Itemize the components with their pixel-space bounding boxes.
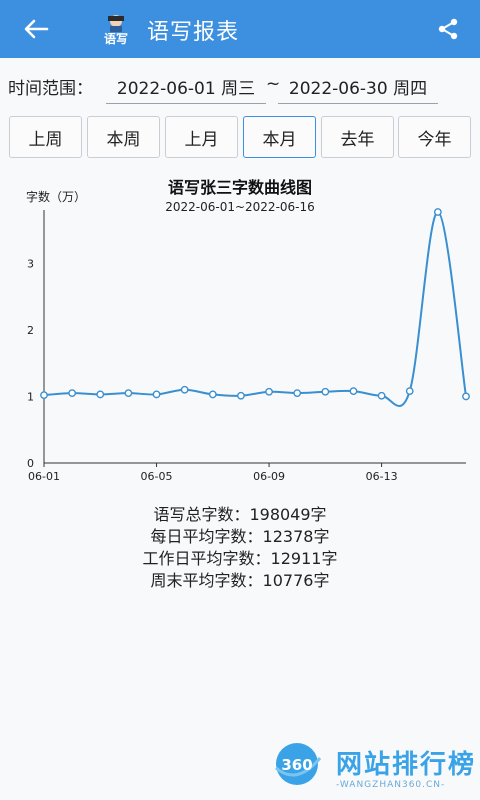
- back-button[interactable]: [18, 12, 54, 46]
- data-point: [293, 389, 302, 397]
- end-date-field[interactable]: 2022-06-30 周四: [278, 70, 438, 104]
- data-point: [377, 391, 386, 400]
- data-point: [237, 391, 245, 400]
- date-range-separator: ~: [266, 74, 281, 94]
- share-icon: [438, 18, 458, 40]
- watermark-badge-text: 360: [281, 756, 312, 774]
- y-tick-label: 3: [27, 257, 34, 270]
- data-point: [265, 387, 273, 396]
- data-point: [96, 390, 105, 399]
- series-line: [43, 210, 467, 407]
- total-words: 语写总字数：198049字: [153, 505, 327, 524]
- x-tick-label: 06-01: [28, 470, 60, 483]
- y-tick-label: 0: [27, 457, 34, 470]
- start-date-field[interactable]: 2022-06-01 周三: [106, 70, 266, 104]
- data-point: [405, 387, 414, 395]
- end-date-value: 2022-06-30 周四: [288, 79, 428, 99]
- logo-text: 语写: [104, 31, 128, 46]
- chart-plot: 0 1 2 3 06-01 06-05 06-09 06-13: [27, 208, 470, 483]
- last-year-button[interactable]: 去年: [321, 116, 394, 158]
- workday-average: 工作日平均字数：12911字: [142, 549, 338, 568]
- weekend-average: 周末平均字数：10776字: [150, 571, 330, 590]
- data-point: [462, 392, 470, 401]
- this-year-button[interactable]: 今年: [398, 116, 471, 158]
- data-point: [208, 390, 217, 399]
- watermark-badge: 360: [275, 743, 322, 785]
- x-tick-label: 06-09: [253, 470, 285, 483]
- data-point: [124, 389, 133, 397]
- data-point: [68, 389, 77, 397]
- share-button[interactable]: [430, 12, 466, 46]
- last-week-button[interactable]: 上周: [9, 116, 82, 158]
- data-point: [349, 387, 358, 395]
- y-tick-label: 2: [27, 324, 34, 337]
- start-date-value: 2022-06-01 周三: [116, 79, 256, 99]
- date-range-label: 时间范围：: [8, 79, 93, 99]
- word-count-chart: 语写张三字数曲线图 2022-06-01~2022-06-16 字数（万） 01…: [0, 170, 480, 490]
- y-tick-label: 1: [27, 390, 34, 403]
- x-tick-label: 06-13: [366, 470, 398, 483]
- data-point: [321, 387, 330, 396]
- arrow-left-icon: [24, 19, 49, 39]
- this-month-button[interactable]: 本月: [243, 116, 316, 158]
- this-week-button[interactable]: 本周: [87, 116, 160, 158]
- watermark-subtext: -WANGZHAN360.CN-: [336, 780, 446, 790]
- data-point: [152, 390, 161, 399]
- data-point: [40, 391, 48, 399]
- app-logo: 语写: [98, 12, 134, 46]
- daily-average: 每日平均字数：12378字: [150, 527, 330, 546]
- page-title: 语写报表: [147, 20, 240, 45]
- watermark: 360 网站排行榜 -WANGZHAN360.CN-: [270, 738, 480, 798]
- app-bar: 语写 语写报表: [0, 0, 480, 58]
- last-month-button[interactable]: 上月: [165, 116, 238, 158]
- stats-summary: 语写总字数：198049字 每日平均字数：12378字 工作日平均字数：1291…: [0, 504, 480, 592]
- data-point: [180, 385, 189, 394]
- watermark-text: 网站排行榜: [336, 750, 477, 780]
- x-tick-label: 06-05: [141, 470, 173, 483]
- data-point: [433, 208, 442, 216]
